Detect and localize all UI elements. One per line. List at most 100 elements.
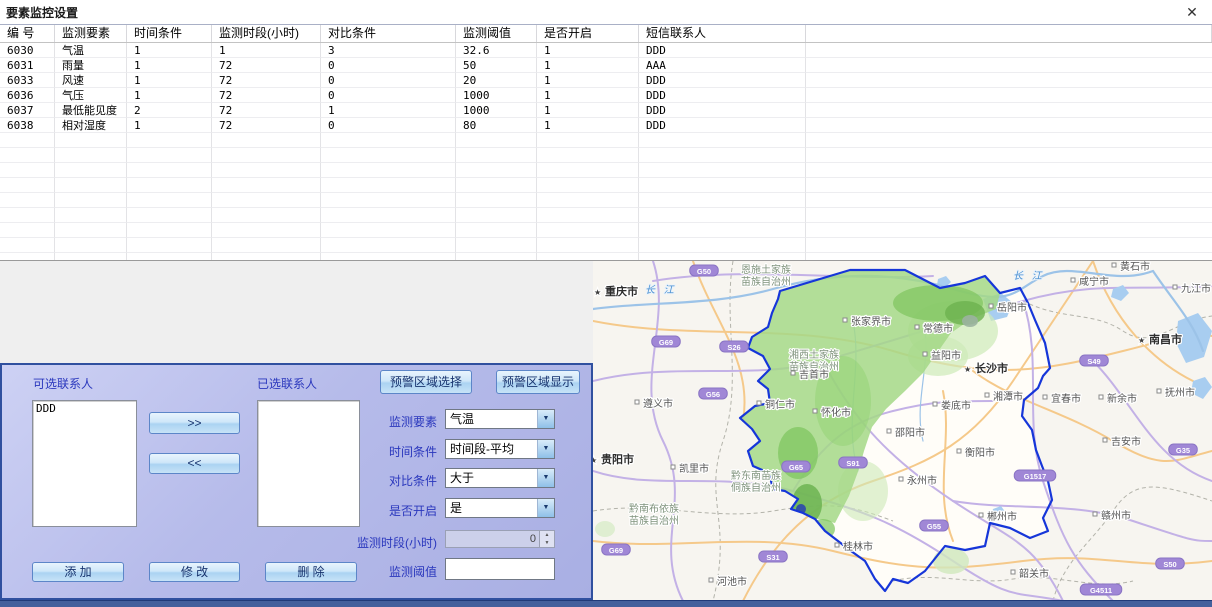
chevron-down-icon[interactable]: ▼ <box>537 440 554 458</box>
table-row[interactable]: 6031雨量1720501AAA <box>0 58 1212 73</box>
table-cell <box>537 193 639 208</box>
list-item[interactable]: DDD <box>33 401 136 416</box>
time-condition-select[interactable]: 时间段-平均 ▼ <box>445 439 555 459</box>
table-row[interactable]: 6038相对湿度1720801DDD <box>0 118 1212 133</box>
move-right-button[interactable]: >> <box>149 412 240 434</box>
available-contacts-listbox[interactable]: DDD <box>32 400 137 527</box>
column-header[interactable]: 监测时段(小时) <box>212 25 321 42</box>
city-marker-icon <box>933 402 937 406</box>
city-marker-icon <box>1112 263 1116 267</box>
table-cell: 1 <box>537 103 639 118</box>
table-cell-filler <box>806 223 1212 238</box>
city-marker-icon <box>671 465 675 469</box>
table-cell: 3 <box>321 43 456 58</box>
column-header[interactable]: 对比条件 <box>321 25 456 42</box>
table-cell-filler <box>806 208 1212 223</box>
city-label: 郴州市 <box>987 510 1017 523</box>
selected-contacts-label: 已选联系人 <box>257 375 317 392</box>
table-cell <box>321 163 456 178</box>
chevron-down-icon[interactable]: ▼ <box>537 410 554 428</box>
prefecture-label: 苗族自治州 <box>629 514 679 527</box>
table-cell: DDD <box>639 103 806 118</box>
city-label: 湘潭市 <box>993 390 1023 403</box>
table-cell <box>55 208 127 223</box>
table-cell <box>212 133 321 148</box>
city-marker-icon <box>813 409 817 413</box>
column-header[interactable]: 监测阈值 <box>456 25 537 42</box>
table-cell: 1 <box>127 58 212 73</box>
city-marker-icon <box>957 449 961 453</box>
prefecture-label: 苗族自治州 <box>741 275 791 288</box>
column-header[interactable]: 监测要素 <box>55 25 127 42</box>
city-label: 桂林市 <box>843 540 873 553</box>
table-cell: 1 <box>537 58 639 73</box>
river-label: 长 江 <box>1013 270 1045 282</box>
chevron-down-icon[interactable]: ▼ <box>537 499 554 517</box>
enabled-select[interactable]: 是 ▼ <box>445 498 555 518</box>
table-cell <box>456 163 537 178</box>
city-marker-icon <box>923 352 927 356</box>
monitor-element-select[interactable]: 气温 ▼ <box>445 409 555 429</box>
city-label: 岳阳市 <box>997 301 1027 314</box>
city-marker-icon <box>979 513 983 517</box>
table-cell: 80 <box>456 118 537 133</box>
table-cell <box>537 208 639 223</box>
table-row[interactable]: 6036气压172010001DDD <box>0 88 1212 103</box>
compare-condition-select[interactable]: 大于 ▼ <box>445 468 555 488</box>
table-cell: 1 <box>127 73 212 88</box>
table-cell <box>537 133 639 148</box>
capital-star-icon: ★ <box>964 365 971 374</box>
chevron-down-icon[interactable]: ▼ <box>537 469 554 487</box>
compare-condition-label: 对比条件 <box>317 472 437 489</box>
city-marker-icon <box>1043 395 1047 399</box>
capital-star-icon: ★ <box>1138 336 1145 345</box>
threshold-input[interactable] <box>445 558 555 580</box>
spinner-arrows-icon[interactable]: ▲▼ <box>539 531 554 547</box>
road-badge-label: G35 <box>1176 446 1190 455</box>
table-cell <box>127 238 212 253</box>
close-icon[interactable]: ✕ <box>1182 2 1202 22</box>
city-label: 永州市 <box>907 474 937 487</box>
modify-button[interactable]: 修 改 <box>149 562 240 582</box>
table-cell: 1 <box>537 118 639 133</box>
table-cell: 1 <box>321 103 456 118</box>
column-header[interactable]: 编 号 <box>0 25 55 42</box>
table-cell <box>537 253 639 261</box>
city-label: 邵阳市 <box>895 426 925 439</box>
table-cell <box>55 238 127 253</box>
move-left-button[interactable]: << <box>149 453 240 474</box>
table-row[interactable]: 6030气温11332.61DDD <box>0 43 1212 58</box>
time-condition-label: 时间条件 <box>317 443 437 460</box>
table-cell <box>321 208 456 223</box>
add-button[interactable]: 添 加 <box>32 562 124 582</box>
city-marker-icon <box>915 325 919 329</box>
table-cell <box>55 178 127 193</box>
table-cell <box>0 133 55 148</box>
table-row[interactable]: 6037最低能见度272110001DDD <box>0 103 1212 118</box>
enabled-value: 是 <box>446 499 537 517</box>
table-cell <box>321 238 456 253</box>
city-label: 南昌市 <box>1149 332 1182 346</box>
warning-area-select-button[interactable]: 预警区域选择 <box>380 370 472 394</box>
table-header-row[interactable]: 编 号监测要素时间条件监测时段(小时)对比条件监测阈值是否开启短信联系人 <box>0 25 1212 43</box>
time-condition-value: 时间段-平均 <box>446 440 537 458</box>
table-cell: 1000 <box>456 103 537 118</box>
warning-area-display-button[interactable]: 预警区域显示 <box>496 370 580 394</box>
table-cell: 相对湿度 <box>55 118 127 133</box>
city-marker-icon <box>835 543 839 547</box>
table-cell: 气压 <box>55 88 127 103</box>
monitor-elements-table[interactable]: 编 号监测要素时间条件监测时段(小时)对比条件监测阈值是否开启短信联系人6030… <box>0 25 1212 261</box>
monitor-period-spinner[interactable]: 0 ▲▼ <box>445 530 555 548</box>
table-cell: 20 <box>456 73 537 88</box>
table-cell <box>0 253 55 261</box>
table-row[interactable]: 6033风速1720201DDD <box>0 73 1212 88</box>
column-header[interactable]: 是否开启 <box>537 25 639 42</box>
table-cell: 1 <box>537 43 639 58</box>
warning-region-map[interactable]: 长 江长 江 恩施土家族苗族自治州湘西土家族苗族自治州黔东南苗族侗族自治州黔南布… <box>593 261 1212 601</box>
table-cell: 6031 <box>0 58 55 73</box>
table-cell <box>321 223 456 238</box>
city-label: 河池市 <box>717 575 747 588</box>
column-header[interactable]: 短信联系人 <box>639 25 806 42</box>
column-header[interactable]: 时间条件 <box>127 25 212 42</box>
city-marker-icon <box>791 371 795 375</box>
